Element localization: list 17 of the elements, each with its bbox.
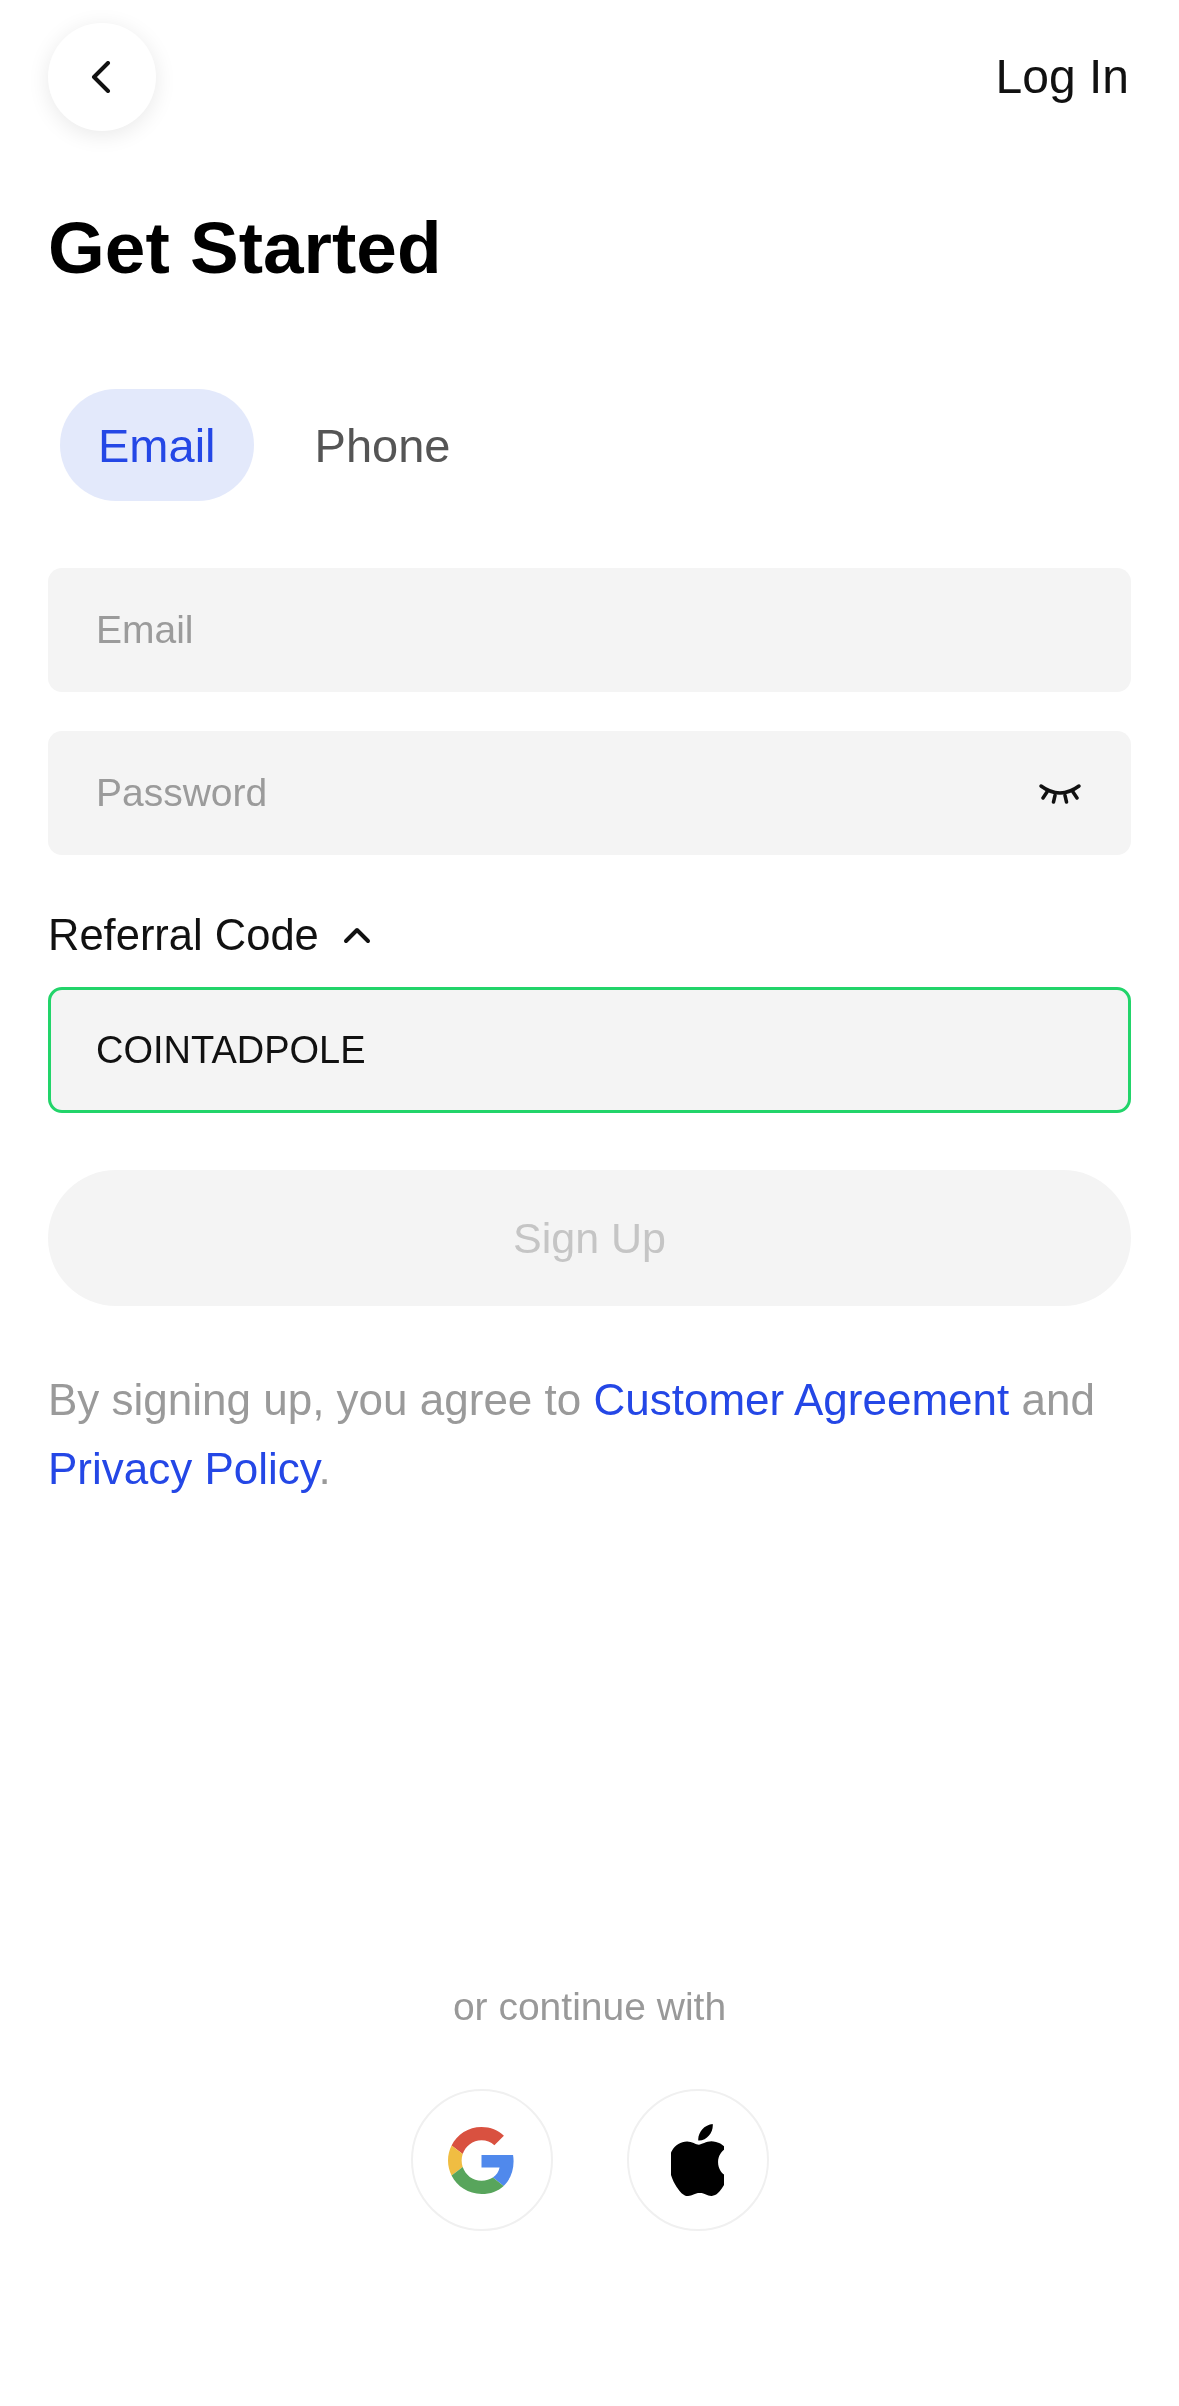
chevron-up-icon	[342, 926, 371, 944]
password-field[interactable]: Password	[48, 731, 1131, 855]
referral-code-field[interactable]: COINTADPOLE	[48, 987, 1131, 1113]
referral-code-toggle[interactable]: Referral Code	[48, 907, 371, 963]
g-logo-icon	[448, 2126, 515, 2194]
continue-with-caption: or continue with	[452, 1984, 727, 2030]
tab[interactable]: Email	[60, 389, 254, 501]
chevron-left-icon	[89, 61, 111, 93]
email-field[interactable]: Email	[48, 568, 1131, 692]
legal-link[interactable]: Customer Agreement	[593, 1375, 1010, 1424]
tab[interactable]: Phone	[276, 389, 489, 501]
page-title: Get Started	[48, 206, 442, 290]
legal-link[interactable]: Privacy Policy	[48, 1444, 319, 1493]
closed-eye-icon[interactable]	[1038, 782, 1082, 804]
apple-icon	[671, 2124, 724, 2196]
terms-text: By signing up, you agree to Customer Agreement and Privacy Policy.	[48, 1374, 1096, 1495]
log-in-link[interactable]: Log In	[995, 49, 1129, 105]
